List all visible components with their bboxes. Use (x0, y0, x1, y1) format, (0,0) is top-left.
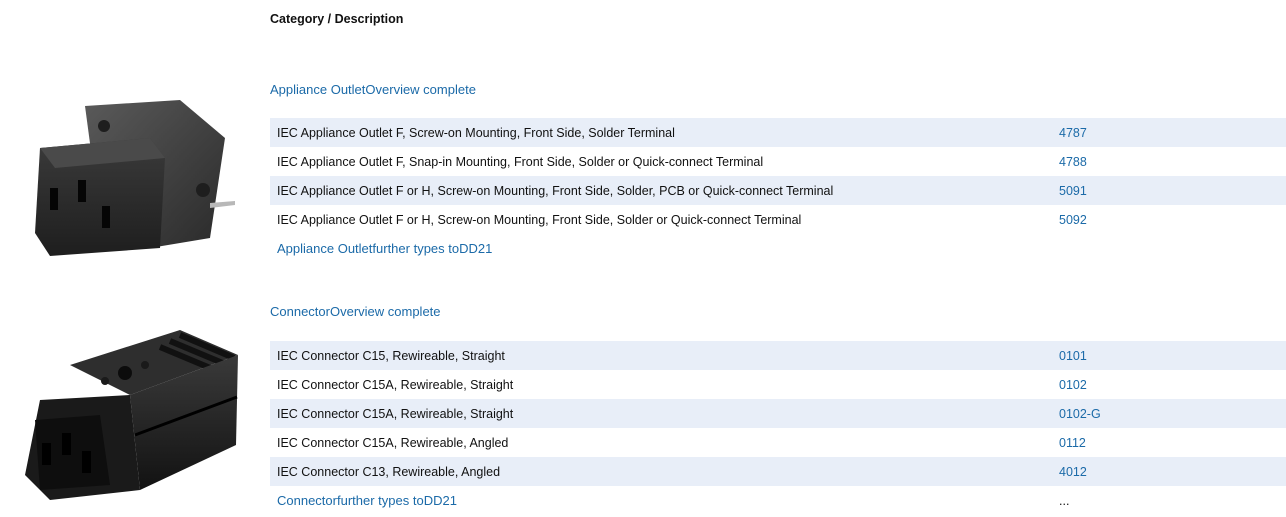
iec-appliance-outlet-image (35, 100, 235, 256)
row-description: IEC Connector C15A, Rewireable, Straight (277, 406, 514, 421)
table-row: IEC Connector C15A, Rewireable, Straight… (270, 370, 1286, 399)
further-types-link[interactable]: Appliance Outletfurther types toDD21 (277, 241, 492, 256)
product-code-link[interactable]: 5092 (1059, 213, 1087, 227)
table-row: IEC Connector C13, Rewireable, Angled 40… (270, 457, 1286, 486)
column-header: Category / Description (270, 12, 404, 26)
row-description: IEC Connector C15A, Rewireable, Angled (277, 435, 509, 450)
table-row: IEC Appliance Outlet F, Screw-on Mountin… (270, 118, 1286, 147)
product-code-link[interactable]: 0102-G (1059, 407, 1101, 421)
product-code-link[interactable]: 0101 (1059, 349, 1087, 363)
table-row: IEC Connector C15, Rewireable, Straight … (270, 341, 1286, 370)
table-row: IEC Connector C15A, Rewireable, Straight… (270, 399, 1286, 428)
product-code-link[interactable]: 5091 (1059, 184, 1087, 198)
table-row: IEC Appliance Outlet F, Snap-in Mounting… (270, 147, 1286, 176)
appliance-outlet-table: IEC Appliance Outlet F, Screw-on Mountin… (270, 118, 1286, 263)
row-description: IEC Appliance Outlet F, Screw-on Mountin… (277, 125, 675, 140)
connector-table: IEC Connector C15, Rewireable, Straight … (270, 341, 1286, 515)
product-code-link[interactable]: 0112 (1059, 436, 1086, 450)
connector-overview-link[interactable]: ConnectorOverview complete (270, 304, 441, 319)
row-description: IEC Appliance Outlet F or H, Screw-on Mo… (277, 212, 802, 227)
further-types-row: Connectorfurther types toDD21 ... (270, 486, 1286, 515)
table-row: IEC Appliance Outlet F or H, Screw-on Mo… (270, 205, 1286, 234)
iec-connector-image (25, 330, 238, 500)
product-code-link[interactable]: 4787 (1059, 126, 1087, 140)
table-row: IEC Connector C15A, Rewireable, Angled 0… (270, 428, 1286, 457)
table-row: IEC Appliance Outlet F or H, Screw-on Mo… (270, 176, 1286, 205)
more-ellipsis: ... (1059, 493, 1070, 508)
further-types-link[interactable]: Connectorfurther types toDD21 (277, 493, 457, 508)
further-types-row: Appliance Outletfurther types toDD21 (270, 234, 1286, 263)
product-code-link[interactable]: 4788 (1059, 155, 1087, 169)
product-code-link[interactable]: 0102 (1059, 378, 1087, 392)
row-description: IEC Connector C13, Rewireable, Angled (277, 464, 501, 479)
row-description: IEC Connector C15A, Rewireable, Straight (277, 377, 514, 392)
product-code-link[interactable]: 4012 (1059, 465, 1087, 479)
row-description: IEC Connector C15, Rewireable, Straight (277, 348, 505, 363)
row-description: IEC Appliance Outlet F, Snap-in Mounting… (277, 154, 764, 169)
row-description: IEC Appliance Outlet F or H, Screw-on Mo… (277, 183, 834, 198)
appliance-outlet-overview-link[interactable]: Appliance OutletOverview complete (270, 82, 476, 97)
